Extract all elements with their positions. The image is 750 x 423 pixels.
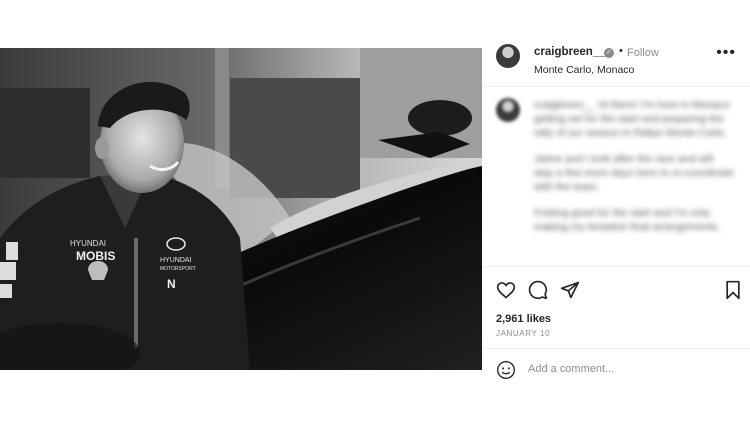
share-icon[interactable] (560, 280, 580, 300)
follow-button[interactable]: Follow (627, 47, 659, 59)
caption-paragraph: Jaime and I look after the race and will… (534, 153, 734, 193)
post-caption: craigbreen__ Hi there! I'm here in Monac… (534, 98, 734, 246)
author-avatar[interactable] (496, 44, 520, 68)
post-location[interactable]: Monte Carlo, Monaco (534, 64, 634, 76)
comment-divider (482, 348, 750, 349)
svg-text:MOBIS: MOBIS (76, 249, 115, 263)
post-image: HYUNDAI MOBIS HYUNDAI MOTORSPORT N (0, 48, 482, 370)
actions-divider (482, 266, 750, 267)
post-header: craigbreen__ ✓ • Follow Monte Carlo, Mon… (496, 42, 742, 82)
post-side-panel: craigbreen__ ✓ • Follow Monte Carlo, Mon… (482, 36, 750, 386)
svg-text:HYUNDAI: HYUNDAI (70, 239, 106, 248)
more-options-icon[interactable]: ••• (716, 45, 736, 61)
author-username[interactable]: craigbreen__ (534, 46, 606, 58)
heart-icon[interactable] (496, 280, 516, 300)
post-photo[interactable]: HYUNDAI MOBIS HYUNDAI MOTORSPORT N (0, 48, 482, 370)
caption-author-avatar[interactable] (496, 98, 520, 122)
separator-dot: • (619, 45, 623, 57)
likes-count[interactable]: 2,961 likes (496, 313, 551, 325)
svg-text:MOTORSPORT: MOTORSPORT (160, 266, 196, 272)
caption-paragraph: craigbreen__ Hi there! I'm here in Monac… (534, 99, 730, 139)
verified-badge-icon: ✓ (604, 48, 614, 58)
bookmark-icon[interactable] (724, 280, 742, 300)
comment-input[interactable] (528, 359, 728, 379)
svg-text:HYUNDAI: HYUNDAI (160, 257, 192, 264)
caption-paragraph: Feeling good for the start and I'm only … (534, 207, 721, 233)
comment-icon[interactable] (528, 280, 548, 300)
post-date[interactable]: JANUARY 10 (496, 329, 550, 338)
emoji-icon[interactable] (496, 360, 516, 380)
svg-text:N: N (167, 277, 176, 291)
post-actions (496, 280, 744, 302)
header-divider (482, 86, 750, 87)
